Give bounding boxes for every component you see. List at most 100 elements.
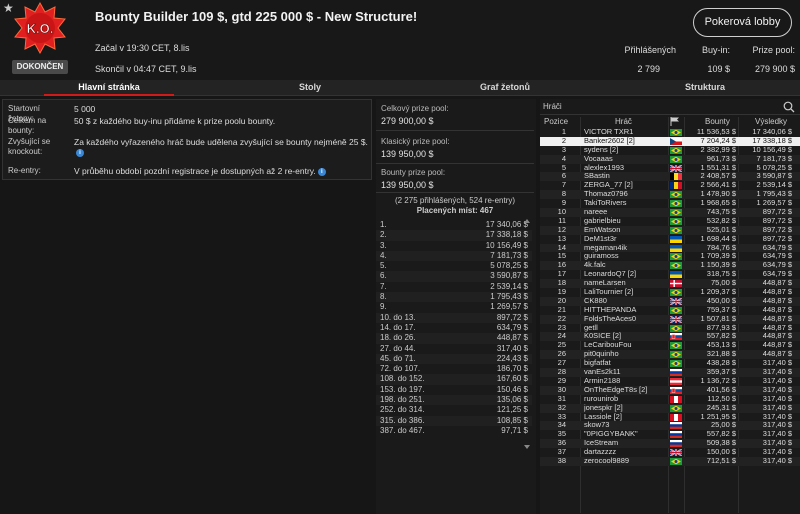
payout-row: 3. 10 156,49 $ [376, 241, 532, 251]
br-flag-icon [670, 351, 682, 359]
col-bounty[interactable]: Bounty [705, 117, 730, 126]
payout-place: 14. do 17. [380, 322, 416, 332]
player-row[interactable]: 25 LeCaribouFou 453,13 $448,87 $ [540, 340, 800, 350]
br-flag-icon [670, 129, 682, 136]
player-row[interactable]: 37 dartazzzz 150,00 $317,40 $ [540, 447, 800, 457]
reentry-value: V průběhu období pozdní registrace je do… [74, 166, 316, 176]
total-bounties-value: 50 $ z každého buy-inu přidáme k prize p… [74, 116, 276, 126]
player-name: SBastin [584, 172, 610, 181]
bounty-prize-pool: Bounty prize pool: 139 950,00 $ [376, 165, 534, 193]
player-name: megaman4ik [584, 243, 627, 252]
payout-place: 7. [380, 281, 387, 291]
player-name: Banker2602 [2] [584, 136, 635, 145]
payout-amount: 5 078,25 $ [490, 261, 528, 271]
classic-pool-label: Klasický prize pool: [381, 137, 450, 146]
buyin-value: 109 $ [707, 64, 730, 74]
player-row[interactable]: 34 skow73 25,00 $317,40 $ [540, 420, 800, 431]
payout-row: 27. do 44. 317,40 $ [376, 344, 532, 354]
ru-flag-icon [670, 422, 682, 430]
tab-tables[interactable]: Stoly [250, 80, 370, 96]
player-row[interactable]: 22 FoldsTheAces0 1 507,81 $448,87 $ [540, 314, 800, 324]
player-row[interactable]: 30 OnTheEdgeT8s [2] 401,56 $317,40 $ [540, 385, 800, 395]
player-row[interactable]: 19 LaliTournier [2] 1 209,37 $448,87 $ [540, 287, 800, 297]
increasing-knockout-label: Zvyšující se knockout: [8, 137, 51, 156]
tab-chip-graph[interactable]: Graf žetonů [440, 80, 570, 96]
player-row[interactable]: 18 nameLarsen 75,00 $448,87 $ [540, 278, 800, 289]
br-flag-icon [670, 217, 682, 225]
player-name: vanEs2k11 [584, 368, 621, 377]
player-row[interactable]: 21 HITTHEPANDA 759,37 $448,87 $ [540, 305, 800, 315]
player-row[interactable]: 12 EmWatson 525,01 $897,72 $ [540, 225, 800, 235]
ko-logo-icon: K.O. [14, 2, 66, 54]
br-flag-icon [670, 262, 682, 270]
player-name: alexlex1993 [584, 163, 625, 172]
col-position[interactable]: Pozice [544, 117, 568, 126]
status-badge: DOKONČEN [12, 60, 68, 74]
svg-text:K.O.: K.O. [27, 21, 54, 36]
payout-scrollbar[interactable] [524, 219, 530, 449]
search-icon[interactable] [783, 101, 795, 113]
player-row[interactable]: 36 IceStream 509,38 $317,40 $ [540, 438, 800, 449]
player-row[interactable]: 13 DeM1st3r 1 698,44 $897,72 $ [540, 234, 800, 244]
registered-value: 2 799 [637, 64, 660, 74]
start-time: Začal v 19:30 CET, 8.lis [95, 43, 190, 53]
payout-place: 45. do 71. [380, 353, 416, 363]
cz-flag-icon [670, 137, 682, 145]
br-flag-icon [670, 253, 682, 261]
payout-row: 6. 3 590,87 $ [376, 271, 532, 282]
player-row[interactable]: 16 4k.falc 1 150,39 $634,79 $ [540, 260, 800, 271]
player-row[interactable]: 35 "0PIGGYBANK" 557,82 $317,40 $ [540, 429, 800, 439]
player-row[interactable]: 32 jonespkr [2] 245,31 $317,40 $ [540, 403, 800, 413]
player-name: dartazzzz [584, 448, 617, 457]
dk-flag-icon [670, 280, 682, 288]
favorite-star-icon[interactable]: ★ [3, 1, 14, 15]
flag-column-icon[interactable] [670, 117, 680, 126]
player-row[interactable]: 20 CK880 450,00 $448,87 $ [540, 296, 800, 306]
br-flag-icon [670, 457, 682, 465]
col-player[interactable]: Hráč [615, 117, 632, 126]
total-pool-value: 279 900,00 $ [381, 116, 434, 126]
player-name: TakiToRivers [584, 199, 627, 208]
player-row[interactable]: 33 Lassiole [2] 1 251,95 $317,40 $ [540, 412, 800, 422]
player-row[interactable]: 23 getll 877,93 $448,87 $ [540, 323, 800, 333]
payout-row: 18. do 26. 448,87 $ [376, 333, 532, 344]
player-name: K0SICE [2] [584, 332, 622, 341]
paid-places-note: Placených míst: 467 [416, 206, 494, 215]
player-position: 38 [557, 455, 566, 465]
tournament-info-panel: Startovní žetony: 5 000 Celkem na bounty… [2, 99, 372, 180]
payout-row: 108. do 152. 167,60 $ [376, 374, 532, 385]
payout-row: 2. 17 338,18 $ [376, 230, 532, 241]
payout-amount: 7 181,73 $ [490, 250, 528, 260]
player-row[interactable]: 26 pit0quinho 321,88 $448,87 $ [540, 349, 800, 360]
payout-amount: 17 340,06 $ [485, 220, 528, 229]
be-flag-icon [670, 173, 682, 181]
br-flag-icon [670, 209, 682, 217]
player-row[interactable]: 17 LeonardoQ7 [2] 318,75 $634,79 $ [540, 269, 800, 279]
player-search-bar[interactable]: Hráči [540, 99, 800, 115]
gb-flag-icon [670, 315, 682, 323]
info-icon[interactable]: i [317, 167, 326, 176]
br-flag-icon [670, 191, 682, 199]
tab-main-page[interactable]: Hlavní stránka [44, 80, 174, 96]
player-row[interactable]: 9 TakiToRivers 1 968,65 $1 269,57 $ [540, 198, 800, 208]
payout-place: 27. do 44. [380, 343, 416, 353]
player-row[interactable]: 24 K0SICE [2] 557,82 $448,87 $ [540, 332, 800, 342]
tab-structure[interactable]: Struktura [640, 80, 770, 96]
player-row[interactable]: 31 rurounirob 112,50 $317,40 $ [540, 394, 800, 404]
player-row[interactable]: 28 vanEs2k11 359,37 $317,40 $ [540, 367, 800, 377]
col-results[interactable]: Výsledky [755, 117, 787, 126]
player-name: nareee [584, 208, 608, 217]
player-row[interactable]: 14 megaman4ik 784,76 $634,79 $ [540, 243, 800, 253]
player-row[interactable]: 29 Armin2188 1 136,72 $317,40 $ [540, 376, 800, 386]
player-row[interactable]: 15 guiramoss 1 709,39 $634,79 $ [540, 252, 800, 261]
player-row[interactable]: 38 zerocool9889 712,51 $ 317,40 $ [540, 455, 800, 466]
player-row[interactable]: 27 bigfatfat 438,28 $317,40 $ [540, 358, 800, 368]
player-row[interactable]: 11 gabrielbieu 532,82 $897,72 $ [540, 216, 800, 226]
total-pool-label: Celkový prize pool: [381, 104, 449, 113]
player-name: nameLarsen [584, 279, 626, 288]
info-icon[interactable]: i [76, 148, 84, 157]
player-row[interactable]: 10 nareee 743,75 $897,72 $ [540, 207, 800, 217]
payout-row: 72. do 107. 186,70 $ [376, 364, 532, 374]
poker-lobby-button[interactable]: Pokerová lobby [693, 8, 792, 37]
player-name: ZERGA_77 [2] [584, 181, 633, 190]
